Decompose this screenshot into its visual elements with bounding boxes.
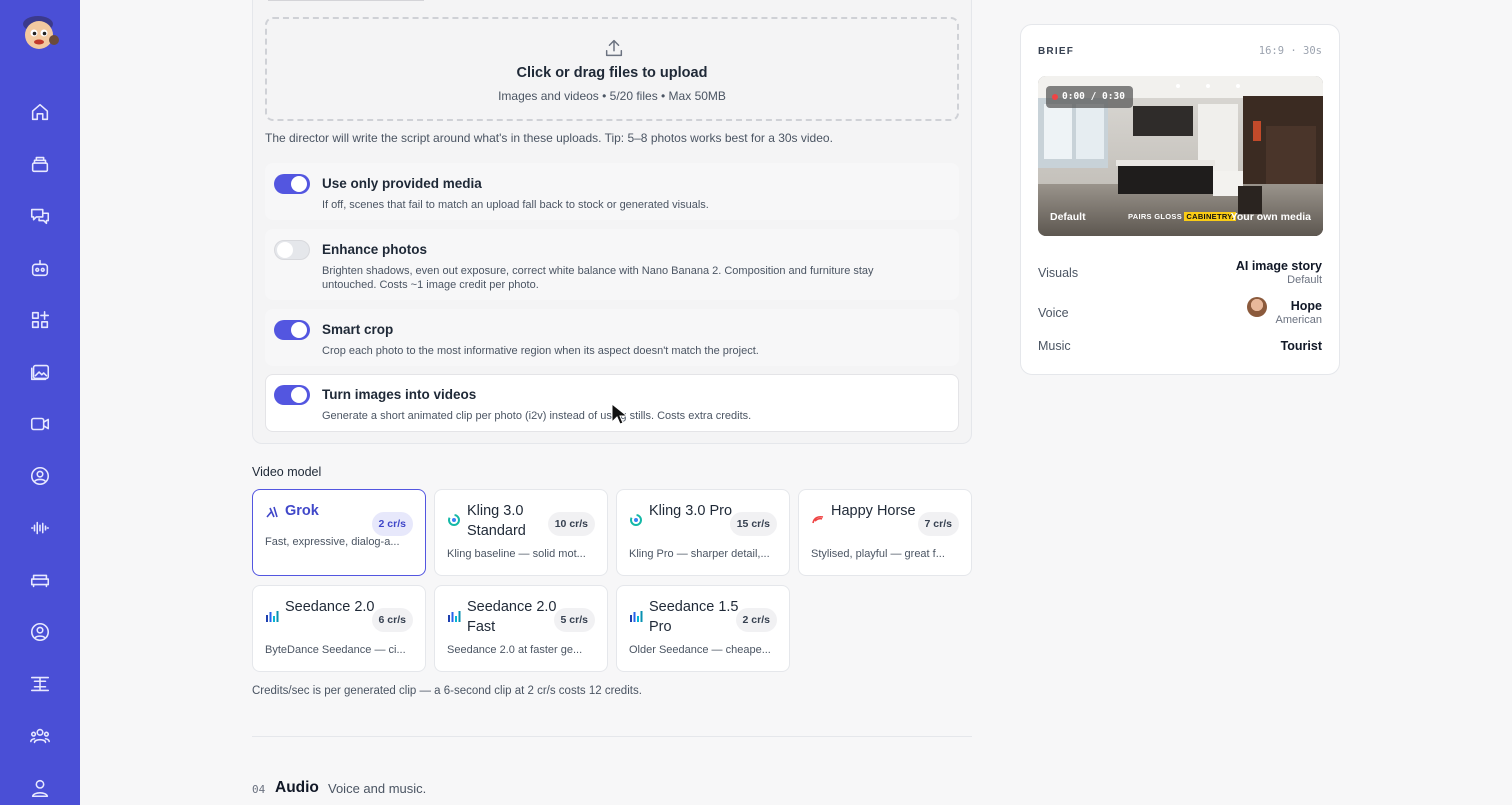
row-key: Voice [1038, 306, 1069, 320]
team-icon[interactable] [28, 724, 52, 748]
model-desc: Fast, expressive, dialog-a... [265, 536, 400, 548]
brief-label: BRIEF [1038, 46, 1074, 57]
model-rate-badge: 10 cr/s [547, 512, 595, 536]
toggle-use-only-provided-media[interactable] [274, 174, 310, 194]
model-desc: Seedance 2.0 at faster ge... [447, 644, 583, 656]
voice-avatar [1247, 297, 1267, 317]
option-smart-crop: Smart crop Crop each photo to the most i… [265, 309, 959, 366]
model-name: Seedance 2.0 [285, 599, 375, 615]
row-key: Music [1038, 339, 1071, 353]
model-desc: Older Seedance — cheape... [629, 644, 771, 656]
brief-meta: 16:9 · 30s [1258, 45, 1322, 57]
model-name: Grok [285, 503, 319, 519]
option-desc: Brighten shadows, even out exposure, cor… [322, 265, 874, 291]
model-desc: Kling baseline — solid mot... [447, 548, 586, 560]
seedance-icon [265, 609, 279, 623]
section-divider [252, 736, 972, 737]
gallery-icon[interactable] [28, 360, 52, 384]
model-rate-badge: 2 cr/s [735, 608, 777, 632]
model-rate-badge: 5 cr/s [553, 608, 595, 632]
model-card-seedance-1-5-pro[interactable]: Seedance 1.5 Pro 2 cr/s Older Seedance —… [616, 585, 790, 672]
apps-icon[interactable] [28, 308, 52, 332]
audio-wave-icon[interactable] [28, 516, 52, 540]
profile-icon[interactable] [28, 776, 52, 800]
layers-icon[interactable] [28, 152, 52, 176]
caption-your-own-media: Your own media [1230, 211, 1311, 223]
workflow-icon[interactable] [28, 672, 52, 696]
option-title: Turn images into videos [322, 387, 477, 402]
chat-icon[interactable] [28, 204, 52, 228]
tab-stub [268, 0, 424, 1]
upload-tip: The director will write the script aroun… [265, 131, 833, 145]
model-rate-badge: 15 cr/s [729, 512, 777, 536]
model-rate-badge: 2 cr/s [371, 512, 413, 536]
user-circle-icon[interactable] [28, 464, 52, 488]
model-name: Kling 3.0 Standard [467, 503, 526, 539]
mouse-cursor-icon [611, 402, 629, 427]
model-desc: Kling Pro — sharper detail,... [629, 548, 770, 560]
model-name: Seedance 1.5 Pro [649, 599, 739, 635]
model-rate-badge: 7 cr/s [917, 512, 959, 536]
credits-note: Credits/sec is per generated clip — a 6-… [252, 685, 642, 697]
caption-overlay: PAIRS GLOSS CABINETRY. [1128, 212, 1237, 221]
model-name: Happy Horse [831, 503, 916, 519]
model-card-kling-pro[interactable]: Kling 3.0 Pro 15 cr/s Kling Pro — sharpe… [616, 489, 790, 576]
row-sub: Default [1287, 274, 1322, 286]
upload-icon [603, 37, 625, 59]
row-sub: American [1275, 314, 1322, 326]
app-logo[interactable] [18, 14, 62, 52]
model-desc: Stylised, playful — great f... [811, 548, 945, 560]
kling-icon [629, 513, 643, 527]
toggle-smart-crop[interactable] [274, 320, 310, 340]
brief-card: BRIEF 16:9 · 30s 0:00 / 0:30 Default PAI… [1020, 24, 1340, 375]
home-icon[interactable] [28, 100, 52, 124]
video-timecode: 0:00 / 0:30 [1046, 86, 1133, 108]
model-name: Seedance 2.0 Fast [467, 599, 557, 635]
horse-icon [811, 513, 825, 527]
grok-icon [265, 505, 279, 519]
row-value: AI image story [1235, 259, 1322, 273]
upload-subtitle: Images and videos • 5/20 files • Max 50M… [498, 89, 726, 103]
account-icon[interactable] [28, 620, 52, 644]
seedance-icon [629, 609, 643, 623]
section-number: 04 [252, 783, 266, 796]
section-subtitle: Voice and music. [328, 781, 427, 796]
model-card-grok[interactable]: Grok 2 cr/s Fast, expressive, dialog-a..… [252, 489, 426, 576]
upload-dropzone[interactable]: Click or drag files to upload Images and… [265, 17, 959, 121]
video-preview[interactable]: 0:00 / 0:30 Default PAIRS GLOSS CABINETR… [1038, 76, 1323, 236]
option-enhance-photos: Enhance photos Brighten shadows, even ou… [265, 229, 959, 300]
upload-title: Click or drag files to upload [516, 65, 708, 81]
kling-icon [447, 513, 461, 527]
video-icon[interactable] [28, 412, 52, 436]
model-card-happy-horse[interactable]: Happy Horse 7 cr/s Stylised, playful — g… [798, 489, 972, 576]
row-key: Visuals [1038, 266, 1079, 280]
model-card-seedance-2[interactable]: Seedance 2.0 6 cr/s ByteDance Seedance —… [252, 585, 426, 672]
option-title: Use only provided media [322, 176, 482, 191]
model-rate-badge: 6 cr/s [371, 608, 413, 632]
model-name: Kling 3.0 Pro [649, 503, 733, 519]
model-desc: ByteDance Seedance — ci... [265, 644, 406, 656]
sidebar [0, 0, 80, 805]
sofa-icon[interactable] [28, 568, 52, 592]
caption-default: Default [1050, 211, 1086, 223]
option-desc: If off, scenes that fail to match an upl… [322, 199, 709, 211]
section-title: Audio [275, 779, 319, 796]
toggle-turn-images-into-videos[interactable] [274, 385, 310, 405]
option-title: Enhance photos [322, 242, 428, 257]
option-desc: Crop each photo to the most informative … [322, 345, 759, 357]
row-value: Tourist [1280, 339, 1322, 353]
option-title: Smart crop [322, 322, 394, 337]
model-card-seedance-2-fast[interactable]: Seedance 2.0 Fast 5 cr/s Seedance 2.0 at… [434, 585, 608, 672]
video-model-label: Video model [252, 465, 322, 479]
row-value: Hope [1290, 299, 1322, 313]
option-use-only-provided-media: Use only provided media If off, scenes t… [265, 163, 959, 220]
seedance-icon [447, 609, 461, 623]
model-card-kling-standard[interactable]: Kling 3.0 Standard 10 cr/s Kling baselin… [434, 489, 608, 576]
robot-icon[interactable] [28, 256, 52, 280]
toggle-enhance-photos[interactable] [274, 240, 310, 260]
